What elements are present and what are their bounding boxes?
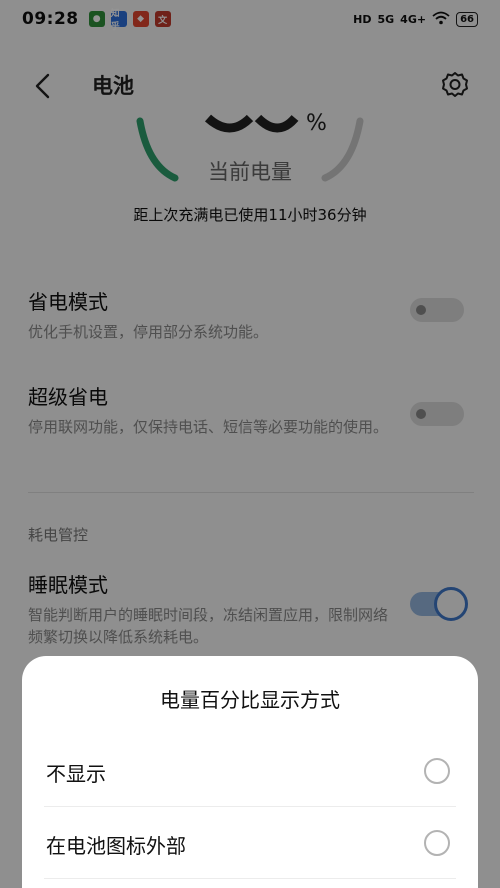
option-label: 在电池图标外部	[46, 834, 186, 858]
option-divider	[44, 878, 456, 879]
option-label: 不显示	[46, 762, 106, 786]
option-hide[interactable]: 不显示	[44, 736, 456, 808]
sheet-title: 电量百分比显示方式	[160, 688, 340, 712]
option-divider	[44, 806, 456, 807]
radio-button[interactable]	[424, 830, 450, 856]
option-outside-icon[interactable]: 在电池图标外部	[44, 808, 456, 880]
percentage-display-sheet: 电量百分比显示方式 不显示 在电池图标外部	[22, 656, 478, 888]
radio-button[interactable]	[424, 758, 450, 784]
